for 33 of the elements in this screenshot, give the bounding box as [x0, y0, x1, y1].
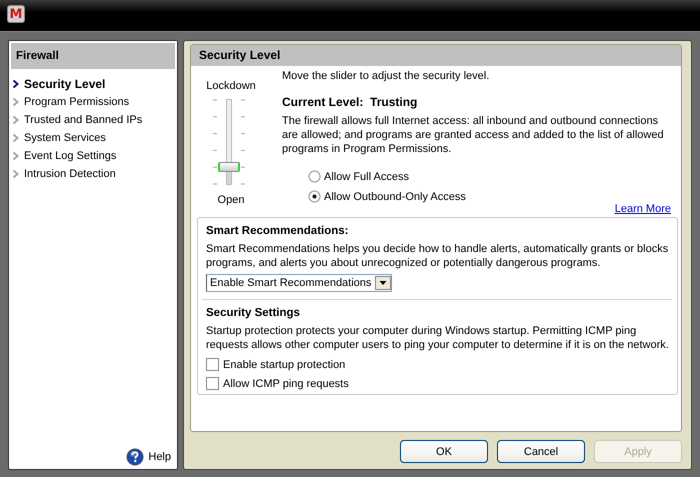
- recommendations-dropdown[interactable]: Enable Smart Recommendations: [206, 274, 392, 292]
- radio-button[interactable]: [308, 170, 321, 183]
- section-description: Smart Recommendations helps you decide how to handle alerts, automatically grants or blocks programs, and alerts you about unrecognized or potentially dangerous programs.: [206, 242, 669, 270]
- section-heading: Smart Recommendations:: [206, 225, 350, 237]
- radio-label[interactable]: Allow Full Access: [324, 170, 409, 182]
- slider-thumb[interactable]: [218, 162, 240, 172]
- panel-title: Security Level: [191, 45, 681, 66]
- sidebar-item[interactable]: Security Level: [24, 77, 106, 91]
- section-description: Startup protection protects your computer during Windows startup. Permitting ICMP ping requests allows other computer users to ping your computer to determine if it is on the network.: [206, 324, 669, 352]
- checkbox[interactable]: [206, 358, 219, 371]
- current-level-heading: Current Level: Trusting: [282, 95, 418, 109]
- sidebar-item[interactable]: Intrusion Detection: [24, 168, 116, 180]
- dialog-button[interactable]: OK: [400, 440, 488, 463]
- level-description: The firewall allows full Internet access: all inbound and outbound connections are allowed; and programs are granted access and added to the list of allowed programs in Program Permissions.: [282, 114, 665, 156]
- checkbox-label[interactable]: Allow ICMP ping requests: [223, 378, 349, 390]
- sidebar-title: Firewall: [9, 41, 177, 71]
- sidebar-item[interactable]: System Services: [24, 132, 106, 144]
- slider-bottom-label: Open: [218, 194, 244, 206]
- app-logo: M: [7, 5, 25, 23]
- instruction-text: Move the slider to adjust the security level.: [282, 70, 490, 82]
- slider-top-label: Lockdown: [206, 80, 256, 92]
- checkbox[interactable]: [206, 377, 219, 390]
- radio-label[interactable]: Allow Outbound-Only Access: [324, 190, 466, 202]
- checkbox-label[interactable]: Enable startup protection: [223, 358, 346, 370]
- sidebar-item[interactable]: Program Permissions: [24, 96, 130, 108]
- learn-more-link[interactable]: Learn More: [614, 203, 671, 215]
- radio-button[interactable]: [308, 190, 321, 203]
- help-icon[interactable]: [126, 448, 144, 466]
- section-heading: Security Settings: [206, 307, 301, 319]
- help-link[interactable]: Help: [148, 451, 171, 463]
- dialog-button[interactable]: Cancel: [497, 440, 585, 463]
- sidebar-item[interactable]: Trusted and Banned IPs: [24, 114, 142, 126]
- sidebar-item[interactable]: Event Log Settings: [24, 150, 116, 162]
